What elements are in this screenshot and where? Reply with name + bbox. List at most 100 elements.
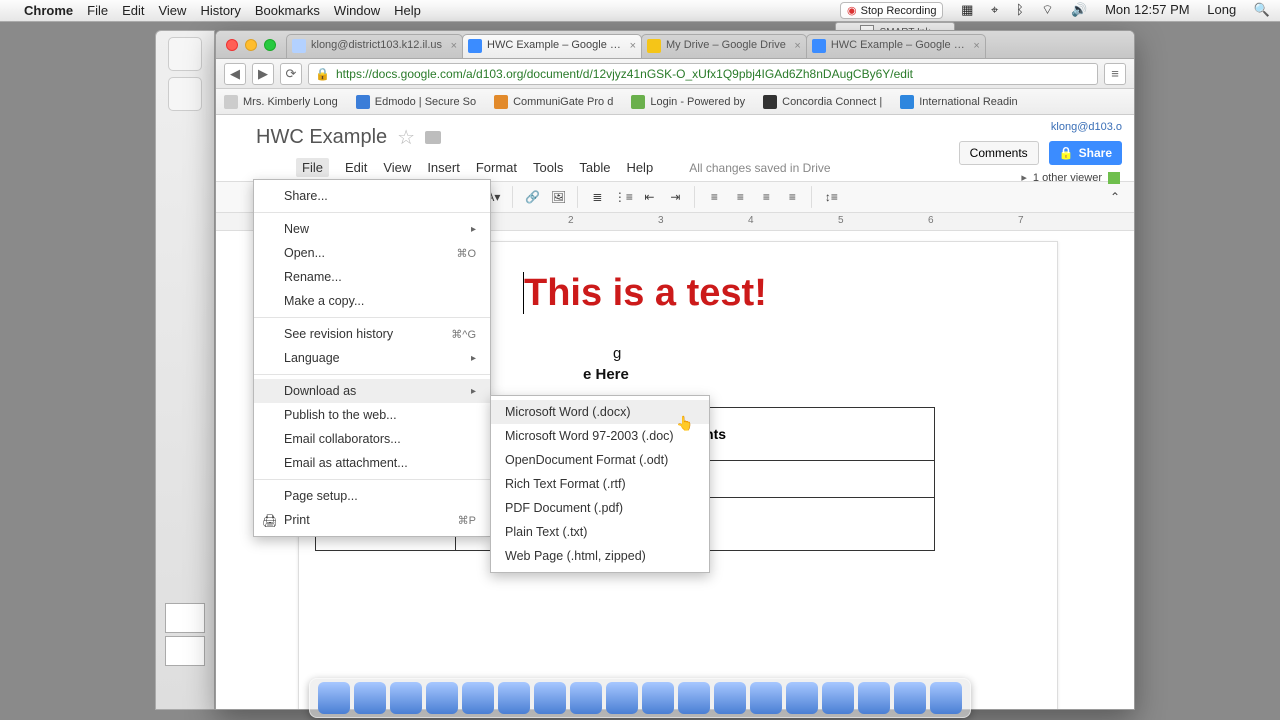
docs-menu-edit[interactable]: Edit [345,160,367,175]
numbered-list-button[interactable]: ≣ [586,186,608,208]
menu-item-language[interactable]: Language▸ [254,346,490,370]
folder-icon[interactable] [425,131,441,144]
menu-item-share[interactable]: Share... [254,184,490,208]
align-justify-button[interactable]: ≡ [781,186,803,208]
submenu-item-doc[interactable]: Microsoft Word 97-2003 (.doc) [491,424,709,448]
user-menu[interactable]: Long [1207,2,1236,17]
dock-app-icon[interactable] [354,682,386,714]
browser-tab[interactable]: My Drive – Google Drive× [641,34,807,58]
reload-button[interactable]: ⟳ [280,63,302,85]
close-tab-icon[interactable]: × [451,40,457,52]
dock-app-icon[interactable] [786,682,818,714]
docs-menu-tools[interactable]: Tools [533,160,563,175]
dock-app-icon[interactable] [642,682,674,714]
app-name[interactable]: Chrome [24,3,73,18]
volume-icon[interactable]: 🔊 [1071,2,1087,17]
dock-app-icon[interactable] [606,682,638,714]
indent-button[interactable]: ⇥ [664,186,686,208]
comments-button[interactable]: Comments [959,141,1039,165]
align-center-button[interactable]: ≡ [729,186,751,208]
menubar-history[interactable]: History [200,3,240,18]
dock-app-icon[interactable] [678,682,710,714]
menu-button[interactable]: ≡ [1104,63,1126,85]
close-tab-icon[interactable]: × [973,40,979,52]
submenu-item-html[interactable]: Web Page (.html, zipped) [491,544,709,568]
bulleted-list-button[interactable]: ⋮≡ [612,186,634,208]
menu-item-email-collab[interactable]: Email collaborators... [254,427,490,451]
dock-app-icon[interactable] [822,682,854,714]
menu-item-make-copy[interactable]: Make a copy... [254,289,490,313]
menubar-help[interactable]: Help [394,3,421,18]
browser-tab[interactable]: HWC Example – Google Driv× [806,34,986,58]
dock-app-icon[interactable] [318,682,350,714]
close-window-button[interactable] [226,39,238,51]
share-button[interactable]: Share [1049,141,1122,165]
image-button[interactable]: 🖼 [547,186,569,208]
outdent-button[interactable]: ⇤ [638,186,660,208]
dock-app-icon[interactable] [750,682,782,714]
forward-button[interactable]: ▶ [252,63,274,85]
star-icon[interactable]: ☆ [397,125,415,150]
menu-item-revision-history[interactable]: See revision history⌘^G [254,322,490,346]
submenu-item-odt[interactable]: OpenDocument Format (.odt) [491,448,709,472]
menubar-file[interactable]: File [87,3,108,18]
submenu-item-docx[interactable]: Microsoft Word (.docx) [491,400,709,424]
submenu-item-txt[interactable]: Plain Text (.txt) [491,520,709,544]
dock-app-icon[interactable] [894,682,926,714]
menu-item-rename[interactable]: Rename... [254,265,490,289]
browser-tab-active[interactable]: HWC Example – Google Driv× [462,34,642,58]
docs-menu-table[interactable]: Table [579,160,610,175]
bookmark-item[interactable]: Edmodo | Secure So [356,95,476,109]
dock-app-icon[interactable] [714,682,746,714]
dock-app-icon[interactable] [498,682,530,714]
browser-tab[interactable]: klong@district103.k12.il.us× [286,34,463,58]
close-tab-icon[interactable]: × [794,40,800,52]
dock-app-icon[interactable] [930,682,962,714]
menu-item-email-attach[interactable]: Email as attachment... [254,451,490,475]
omnibox[interactable]: 🔒https://docs.google.com/a/d103.org/docu… [308,63,1098,85]
menu-item-print[interactable]: 🖨Print⌘P [254,508,490,532]
bookmark-item[interactable]: Login - Powered by [631,95,745,109]
menu-item-page-setup[interactable]: Page setup... [254,484,490,508]
docs-menu-help[interactable]: Help [626,160,653,175]
bookmark-item[interactable]: Mrs. Kimberly Long [224,95,338,109]
menu-item-publish[interactable]: Publish to the web... [254,403,490,427]
account-label[interactable]: klong@d103.o [1051,121,1122,133]
menubar-window[interactable]: Window [334,3,380,18]
bookmark-item[interactable]: Concordia Connect | [763,95,882,109]
bluetooth-icon[interactable]: ᛒ [1016,2,1024,17]
docs-menu-insert[interactable]: Insert [427,160,460,175]
bookmark-item[interactable]: CommuniGate Pro d [494,95,613,109]
dock-app-icon[interactable] [390,682,422,714]
menu-item-new[interactable]: New▸ [254,217,490,241]
align-left-button[interactable]: ≡ [703,186,725,208]
docs-menu-file[interactable]: File [296,158,329,177]
menubar-edit[interactable]: Edit [122,3,144,18]
collapse-toolbar-icon[interactable]: ⌃ [1104,186,1126,208]
menubar-bookmarks[interactable]: Bookmarks [255,3,320,18]
back-button[interactable]: ◀ [224,63,246,85]
submenu-item-pdf[interactable]: PDF Document (.pdf) [491,496,709,520]
clock[interactable]: Mon 12:57 PM [1105,2,1190,17]
headline-text[interactable]: This is a test! [523,272,1033,315]
minimize-window-button[interactable] [245,39,257,51]
close-tab-icon[interactable]: × [630,40,636,52]
dock-app-icon[interactable] [426,682,458,714]
submenu-item-rtf[interactable]: Rich Text Format (.rtf) [491,472,709,496]
line-spacing-button[interactable]: ↕≡ [820,186,842,208]
menu-extra-icon[interactable]: ▦ [961,2,973,17]
stop-recording-button[interactable]: Stop Recording [840,2,943,19]
dock-app-icon[interactable] [462,682,494,714]
docs-menu-view[interactable]: View [383,160,411,175]
menubar-view[interactable]: View [158,3,186,18]
spotlight-icon[interactable]: 🔍 [1254,2,1270,17]
menu-item-open[interactable]: Open...⌘O [254,241,490,265]
dock-app-icon[interactable] [858,682,890,714]
zoom-window-button[interactable] [264,39,276,51]
link-button[interactable]: 🔗 [521,186,543,208]
document-title[interactable]: HWC Example [256,126,387,149]
body-line[interactable]: e Here [583,366,1033,383]
other-viewers[interactable]: 1 other viewer [1021,171,1120,184]
menu-extra-icon[interactable]: ⌖ [991,2,998,17]
docs-menu-format[interactable]: Format [476,160,517,175]
